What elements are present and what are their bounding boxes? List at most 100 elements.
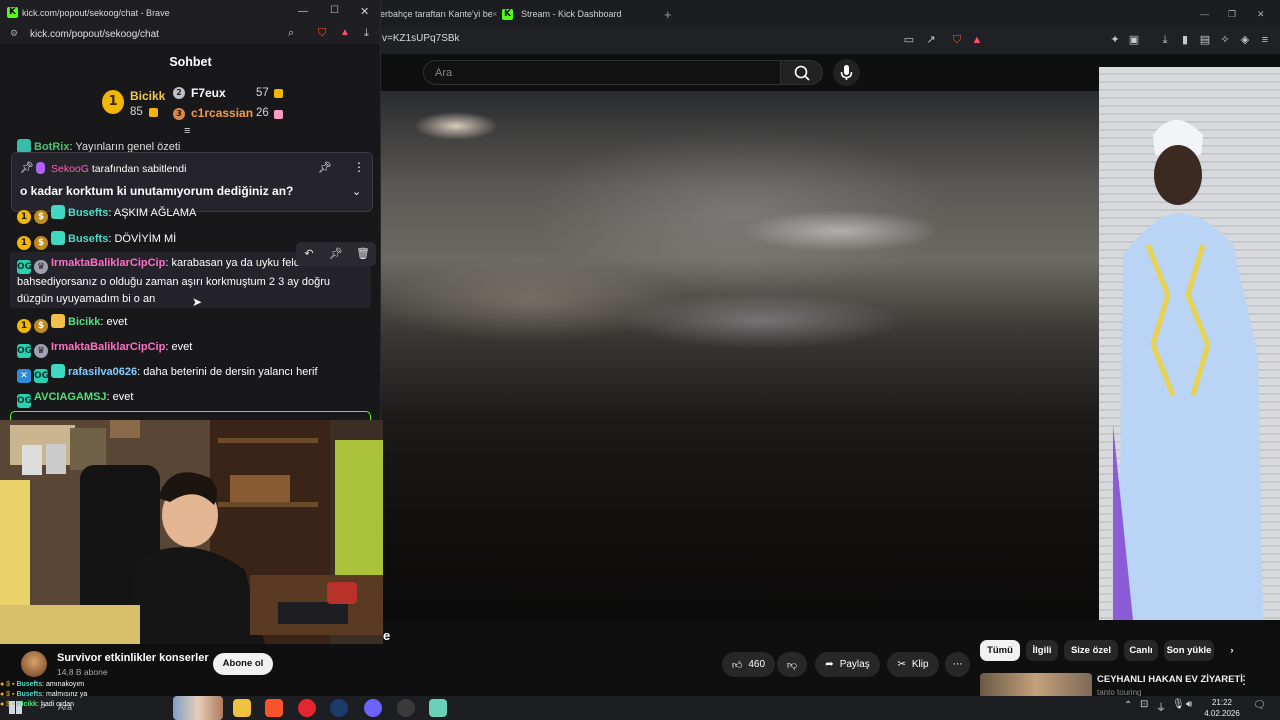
leo-icon[interactable]: ✧	[1218, 33, 1232, 47]
reply-icon[interactable]: ↶	[301, 247, 317, 260]
chevron-right-icon[interactable]: ›	[1222, 640, 1242, 661]
streamer-webcam	[0, 420, 383, 644]
file-explorer-icon[interactable]	[233, 699, 251, 717]
tray-chevron-icon[interactable]: ⌃	[1124, 700, 1132, 711]
chat-username[interactable]: rafasilva0626	[68, 366, 137, 378]
tray-network-icon[interactable]: ⊡	[1140, 699, 1148, 710]
menu-icon[interactable]: ≡	[1258, 33, 1272, 47]
recommended-title[interactable]: CEYHANLI HAKAN EV ZİYARETİ	[1097, 674, 1243, 685]
channel-name[interactable]: Survivor etkinlikler konserler	[57, 652, 209, 664]
share-arrow-icon: ➦	[825, 659, 834, 670]
voice-search-button[interactable]	[833, 59, 860, 86]
chip-for-you[interactable]: Size özel	[1064, 640, 1118, 661]
tray-mic-icon[interactable]: 🎙︎	[1172, 699, 1185, 710]
chat-input-box[interactable]	[10, 411, 371, 420]
notification-icon[interactable]: 🗨︎	[1253, 700, 1266, 711]
chat-username[interactable]: Bicikk	[68, 316, 100, 328]
collapse-handle-icon[interactable]: ≡	[184, 126, 190, 137]
unpin-icon[interactable]: 📌︎	[318, 161, 332, 174]
pin-icon[interactable]: 📌︎	[328, 247, 344, 260]
extensions-icon[interactable]: ✦	[1108, 33, 1122, 47]
chip-recent[interactable]: Son yükle	[1164, 640, 1214, 661]
wallet-icon[interactable]: ▤	[1198, 33, 1212, 47]
more-options-icon[interactable]: ⋮	[353, 160, 365, 174]
media-app-icon[interactable]	[298, 699, 316, 717]
maximize-icon[interactable]: ☐	[330, 5, 339, 16]
brave-rewards-icon[interactable]: ▲	[970, 33, 984, 47]
delete-icon[interactable]: 🗑︎	[355, 247, 371, 260]
chat-username[interactable]: AVCIAGAMSJ	[34, 391, 107, 403]
leader-third-count: 26	[256, 107, 269, 119]
youtube-search-input[interactable]: Ara	[423, 60, 781, 85]
subscriber-badge	[51, 205, 65, 219]
microphone-icon	[840, 65, 853, 80]
brave-browser-icon[interactable]	[265, 699, 283, 717]
tray-usb-icon[interactable]: ⏚	[1156, 699, 1166, 714]
obs-icon[interactable]	[397, 699, 415, 717]
new-tab-button[interactable]: +	[664, 2, 676, 26]
share-button[interactable]: ➦ Paylaş	[815, 652, 880, 677]
pin-icon: 📌︎	[20, 162, 34, 174]
clip-button[interactable]: ✂ Klip	[887, 652, 939, 677]
youtube-search-button[interactable]	[781, 60, 823, 85]
stream-chat-overlay: ● $ ▪ Busefts: amınakoyım ● $ ▪ Busefts:…	[0, 680, 170, 710]
clock-time: 21:22	[1211, 698, 1233, 707]
rank-badge: 1	[17, 236, 31, 250]
taskbar-clock[interactable]: 21:22 4.02.2026	[1200, 697, 1244, 719]
video-player[interactable]	[381, 91, 1099, 619]
tab-close-icon[interactable]: ×	[492, 2, 502, 26]
notes-app-icon[interactable]	[429, 699, 447, 717]
vpn-icon[interactable]: ◈	[1238, 33, 1252, 47]
brave-shield-icon[interactable]: ⛉	[318, 27, 326, 40]
sidebar-icon[interactable]: ▮	[1178, 33, 1192, 47]
restore-icon[interactable]: ❐	[1228, 2, 1240, 26]
chat-username[interactable]: Busefts	[68, 233, 108, 245]
kick-icon: K	[502, 8, 513, 20]
recommended-more-icon[interactable]: ⋮	[1238, 673, 1250, 687]
tray-volume-icon[interactable]: 🔊︎	[1186, 699, 1192, 710]
chat-username[interactable]: IrmaktaBaliklarCipCip	[51, 257, 165, 269]
close-icon[interactable]: ✕	[360, 5, 369, 18]
tab-kick-dashboard[interactable]: K Stream - Kick Dashboard	[502, 2, 652, 26]
chevron-down-icon[interactable]: ⌄	[352, 185, 361, 198]
mouse-cursor-icon: ➤	[192, 295, 203, 309]
download-icon[interactable]: ⤓	[1158, 33, 1172, 47]
chat-text: evet	[171, 341, 193, 353]
brave-rewards-icon[interactable]: ▲	[340, 27, 350, 38]
clip-label: Klip	[911, 659, 929, 670]
like-count: 460	[748, 659, 766, 670]
more-actions-button[interactable]: ⋯	[945, 652, 970, 677]
thumbs-down-icon: 👎︎	[786, 659, 798, 671]
zoom-icon[interactable]: ⌕	[288, 27, 294, 40]
share-icon[interactable]: ↗	[924, 33, 938, 47]
popout-url[interactable]: kick.com/popout/sekoog/chat	[30, 29, 159, 40]
tab-kante[interactable]: erbahçe taraftarı Kante'yi bel	[380, 2, 492, 26]
chip-live[interactable]: Canlı	[1124, 640, 1158, 661]
chat-username[interactable]: IrmaktaBaliklarCipCip	[51, 341, 165, 353]
background-url[interactable]: v=KZ1sUPq7SBk	[382, 33, 460, 44]
leader-first-name[interactable]: Bicikk	[130, 89, 165, 103]
dislike-button[interactable]: 👎︎	[777, 652, 807, 677]
search-icon	[794, 65, 810, 81]
discord-icon[interactable]	[364, 699, 382, 717]
like-button[interactable]: 👍︎ 460	[722, 652, 775, 677]
tab-label: Stream - Kick Dashboard	[521, 9, 622, 19]
pinned-by-user[interactable]: SekooG	[51, 163, 89, 175]
subscribe-button[interactable]: Abone ol	[213, 653, 273, 675]
brave-shield-icon[interactable]: ⛉	[950, 33, 964, 47]
steam-icon[interactable]	[330, 699, 348, 717]
tab-manager-icon[interactable]: ▣	[1127, 33, 1141, 47]
screen-cast-icon[interactable]: ▭	[902, 33, 916, 47]
close-icon[interactable]: ✕	[1257, 2, 1269, 26]
minimize-icon[interactable]: —	[1200, 2, 1212, 26]
leader-second-name[interactable]: F7eux	[191, 86, 226, 100]
channel-avatar[interactable]	[21, 651, 47, 677]
leader-third-name[interactable]: c1rcassian	[191, 106, 253, 120]
site-settings-icon[interactable]: ⚙	[10, 28, 18, 39]
chip-all[interactable]: Tümü	[980, 640, 1020, 661]
download-icon[interactable]: ⤓	[364, 27, 369, 40]
gifter-badge: $	[34, 210, 48, 224]
minimize-icon[interactable]: —	[298, 6, 308, 17]
chip-related[interactable]: İlgili	[1026, 640, 1058, 661]
chat-username[interactable]: Busefts	[68, 207, 108, 219]
